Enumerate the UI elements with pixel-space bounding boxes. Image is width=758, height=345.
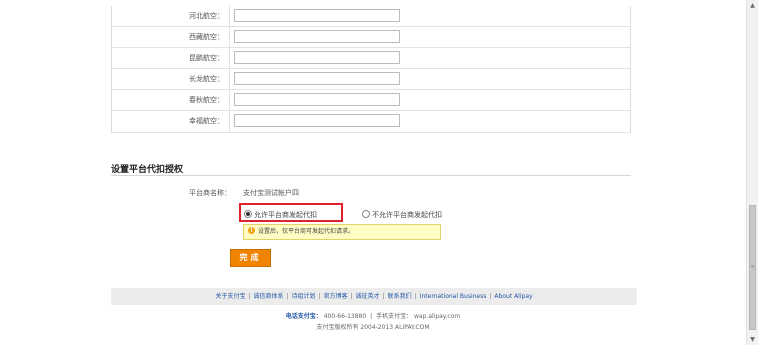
airline-input[interactable]	[234, 51, 400, 64]
airline-row: 西藏航空：	[112, 27, 630, 48]
airline-row: 幸福航空：	[112, 111, 630, 133]
scroll-grip-icon: ≡	[750, 264, 755, 270]
airline-label: 昆鹏航空：	[112, 48, 230, 68]
airline-label: 幸福航空：	[112, 111, 230, 132]
scroll-thumb[interactable]: ≡	[749, 205, 756, 330]
footer-link-careers[interactable]: 诚征英才	[356, 293, 380, 300]
airline-table: 河北航空： 西藏航空： 昆鹏航空： 长龙航空： 春秋航空： 幸福航空：	[111, 6, 631, 133]
footer-link-blog[interactable]: 官方博客	[324, 293, 348, 300]
scroll-down-icon[interactable]: ▼	[747, 334, 758, 345]
scroll-up-icon[interactable]: ▲	[747, 0, 758, 11]
hotline-number: 400-66-13880	[323, 313, 367, 320]
airline-label: 西藏航空：	[112, 27, 230, 47]
airline-input[interactable]	[234, 72, 400, 85]
airline-input[interactable]	[234, 9, 400, 22]
hotline-label: 电话支付宝：	[285, 313, 322, 320]
radio-unselected-icon	[362, 210, 370, 218]
warning-icon: !	[248, 227, 255, 234]
copyright: 支付宝版权所有 2004-2013 ALIPAY.COM	[316, 324, 430, 331]
footer-link-about-alipay[interactable]: About Alipay	[494, 293, 532, 300]
footer-link-international[interactable]: International Business	[420, 293, 487, 300]
airline-input[interactable]	[234, 30, 400, 43]
airline-label: 长龙航空：	[112, 69, 230, 89]
airline-row: 昆鹏航空：	[112, 48, 630, 69]
airline-row: 春秋航空：	[112, 90, 630, 111]
airline-row: 长龙航空：	[112, 69, 630, 90]
merchant-name-value: 支付宝测试帐户四	[243, 189, 299, 197]
footer-link-about[interactable]: 关于支付宝	[215, 293, 245, 300]
mobile-url: wap.alipay.com	[414, 313, 461, 320]
airline-label: 春秋航空：	[112, 90, 230, 110]
mobile-label: 手机支付宝：	[376, 313, 413, 320]
allow-withhold-radio[interactable]: 允许平台商发起代扣	[244, 210, 317, 220]
airline-row: 河北航空：	[112, 6, 630, 27]
merchant-name-label: 平台商名称：	[189, 189, 231, 197]
tip-box: ! 设置后，仅平台商可发起代扣请求。	[243, 224, 441, 240]
footer-contact: 电话支付宝： 400-66-13880 | 手机支付宝： wap.alipay.…	[285, 313, 461, 320]
footer-link-plan[interactable]: 诗组计划	[292, 293, 316, 300]
deny-withhold-radio[interactable]: 不允许平台商发起代扣	[362, 210, 442, 220]
footer-link-contact[interactable]: 联系我们	[388, 293, 412, 300]
allow-withhold-label: 允许平台商发起代扣	[254, 211, 317, 219]
tip-text: 设置后，仅平台商可发起代扣请求。	[258, 228, 355, 235]
page: 河北航空： 西藏航空： 昆鹏航空： 长龙航空： 春秋航空： 幸福航空： 设置平台…	[0, 0, 746, 345]
deny-withhold-label: 不允许平台商发起代扣	[372, 211, 442, 219]
done-button[interactable]: 完成	[230, 249, 271, 267]
section-title: 设置平台代扣授权	[111, 165, 184, 175]
vertical-scrollbar[interactable]: ▲ ≡ ▼	[746, 0, 758, 345]
airline-label: 河北航空：	[112, 6, 230, 26]
section-divider	[111, 175, 631, 176]
radio-selected-icon	[244, 210, 252, 218]
airline-input[interactable]	[234, 93, 400, 106]
footer-nav: 关于支付宝 | 诚信商体系 | 诗组计划 | 官方博客 | 诚征英才 | 联系我们 | Internat…	[111, 288, 637, 305]
airline-input[interactable]	[234, 114, 400, 127]
footer-link-integrity[interactable]: 诚信商体系	[253, 293, 283, 300]
